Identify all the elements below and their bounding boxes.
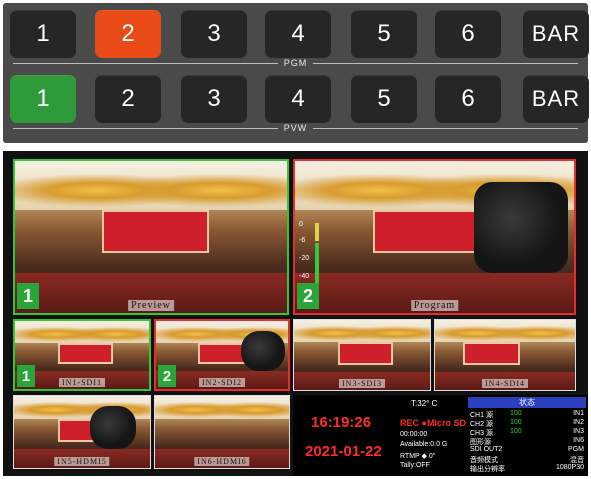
source-2-label: IN2-SDI2: [199, 378, 245, 387]
source-6-label: IN6-HDMI6: [194, 457, 250, 466]
tally-status: Tally:OFF: [400, 462, 430, 469]
switcher-panel: 1 2 3 4 5 6 BAR PGM 1 2 3 4 5 6 BAR PVW: [3, 3, 589, 143]
status-row: SDI OUT2 PGM: [470, 446, 584, 453]
pgm-button-2[interactable]: 2: [95, 10, 161, 58]
clock-date: 2021-01-22: [305, 443, 382, 460]
pgm-button-6[interactable]: 6: [435, 10, 501, 58]
program-label: Program: [410, 300, 459, 311]
status-table: 状态 CH1 源 100 IN1 CH2 源 100 IN2 CH3 源 100 IN3 图…: [468, 397, 586, 474]
pvw-button-bar[interactable]: BAR: [523, 75, 589, 123]
pvw-button-4[interactable]: 4: [265, 75, 331, 123]
program-number-badge: 2: [297, 283, 319, 309]
record-status: REC ●Micro SD: [400, 418, 466, 428]
status-row: 图形源 IN6: [470, 437, 584, 446]
pgm-button-3[interactable]: 3: [181, 10, 247, 58]
pvw-row-label: PVW: [3, 123, 588, 133]
status-row: 输出分辨率 1080P30: [470, 464, 584, 473]
pgm-button-1[interactable]: 1: [10, 10, 76, 58]
multiview-monitor: 1 Preview 0 -6 -20 -40 2 Program 1 IN1-S…: [3, 151, 588, 476]
source-tile-3[interactable]: IN3-SDI3: [293, 319, 431, 391]
source-tile-5[interactable]: IN5-HDMI5: [13, 395, 151, 469]
source-tile-1[interactable]: 1 IN1-SDI1: [13, 319, 151, 391]
source-4-label: IN4-SDI4: [482, 379, 528, 388]
pgm-row-label: PGM: [3, 58, 588, 68]
source-5-label: IN5-HDMI5: [54, 457, 110, 466]
source-tile-2[interactable]: 2 IN2-SDI2: [154, 319, 290, 391]
camera-shape: [473, 182, 569, 274]
program-tile: 0 -6 -20 -40 2 Program: [293, 159, 576, 315]
pgm-button-5[interactable]: 5: [351, 10, 417, 58]
status-row: CH2 源 100 IN2: [470, 419, 584, 428]
storage-available: Available:0.0 G: [400, 441, 448, 448]
preview-tile: 1 Preview: [13, 159, 289, 315]
rtmp-status: RTMP ◆ 0": [400, 453, 436, 460]
pvw-row: 1 2 3 4 5 6 BAR: [3, 75, 589, 123]
pgm-button-4[interactable]: 4: [265, 10, 331, 58]
pgm-row: 1 2 3 4 5 6 BAR: [3, 10, 589, 58]
source-2-number-badge: 2: [158, 365, 176, 387]
source-tile-4[interactable]: IN4-SDI4: [434, 319, 576, 391]
status-row: 音频模式 混音: [470, 457, 584, 464]
pvw-button-1[interactable]: 1: [10, 75, 76, 123]
preview-label: Preview: [128, 300, 174, 311]
status-row: CH1 源 100 IN1: [470, 410, 584, 419]
source-1-number-badge: 1: [17, 365, 35, 387]
preview-number-badge: 1: [17, 283, 39, 309]
pvw-button-6[interactable]: 6: [435, 75, 501, 123]
record-time: 00:00:00: [400, 431, 428, 438]
pvw-button-2[interactable]: 2: [95, 75, 161, 123]
pvw-button-5[interactable]: 5: [351, 75, 417, 123]
audio-vu-meter: 0 -6 -20 -40: [299, 221, 327, 291]
source-1-label: IN1-SDI1: [59, 378, 105, 387]
pvw-button-3[interactable]: 3: [181, 75, 247, 123]
status-title: 状态: [468, 397, 586, 408]
pgm-button-bar[interactable]: BAR: [523, 10, 589, 58]
temperature-readout: T:32° C: [411, 399, 438, 408]
status-row: CH3 源 100 IN3: [470, 428, 584, 437]
clock-time: 16:19:26: [311, 414, 372, 431]
source-tile-6[interactable]: IN6-HDMI6: [154, 395, 290, 469]
info-panel: 16:19:26 2021-01-22 T:32° C REC ●Micro S…: [293, 395, 588, 476]
source-3-label: IN3-SDI3: [339, 379, 385, 388]
